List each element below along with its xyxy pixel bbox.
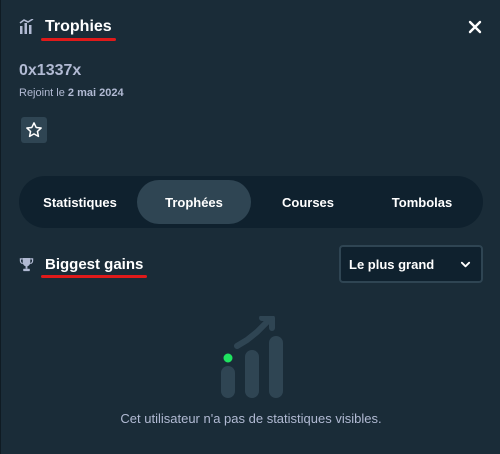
favorite-button[interactable] <box>21 117 47 143</box>
tab-tombolas[interactable]: Tombolas <box>365 180 479 224</box>
modal-header: Trophies <box>19 18 116 41</box>
empty-state-message: Cet utilisateur n'a pas de statistiques … <box>120 411 382 426</box>
tab-statistiques[interactable]: Statistiques <box>23 180 137 224</box>
title-underline <box>41 38 116 41</box>
section-header: Biggest gains <box>19 256 148 278</box>
sort-select[interactable]: Le plus grand <box>339 245 483 283</box>
section-title: Biggest gains <box>41 256 148 278</box>
stats-empty-icon <box>221 316 283 398</box>
star-icon <box>26 122 42 138</box>
joined-date-line: Rejoint le 2 mai 2024 <box>19 87 124 99</box>
bar-chart-icon <box>19 19 34 34</box>
tab-courses[interactable]: Courses <box>251 180 365 224</box>
trophy-icon <box>19 257 34 272</box>
chevron-down-icon <box>460 261 471 267</box>
username: 0x1337x <box>19 62 82 79</box>
tab-trophees[interactable]: Trophées <box>137 180 251 224</box>
tab-bar: Statistiques Trophées Courses Tombolas <box>19 176 483 228</box>
section-title-underline <box>41 275 148 278</box>
modal-title: Trophies <box>41 18 116 41</box>
sort-select-value: Le plus grand <box>349 256 435 272</box>
trophies-modal: Trophies 0x1337x Rejoint le 2 mai 2024 S… <box>0 0 500 454</box>
joined-prefix: Rejoint le <box>19 87 65 99</box>
close-icon[interactable] <box>467 19 483 35</box>
joined-date: 2 mai 2024 <box>67 87 124 99</box>
